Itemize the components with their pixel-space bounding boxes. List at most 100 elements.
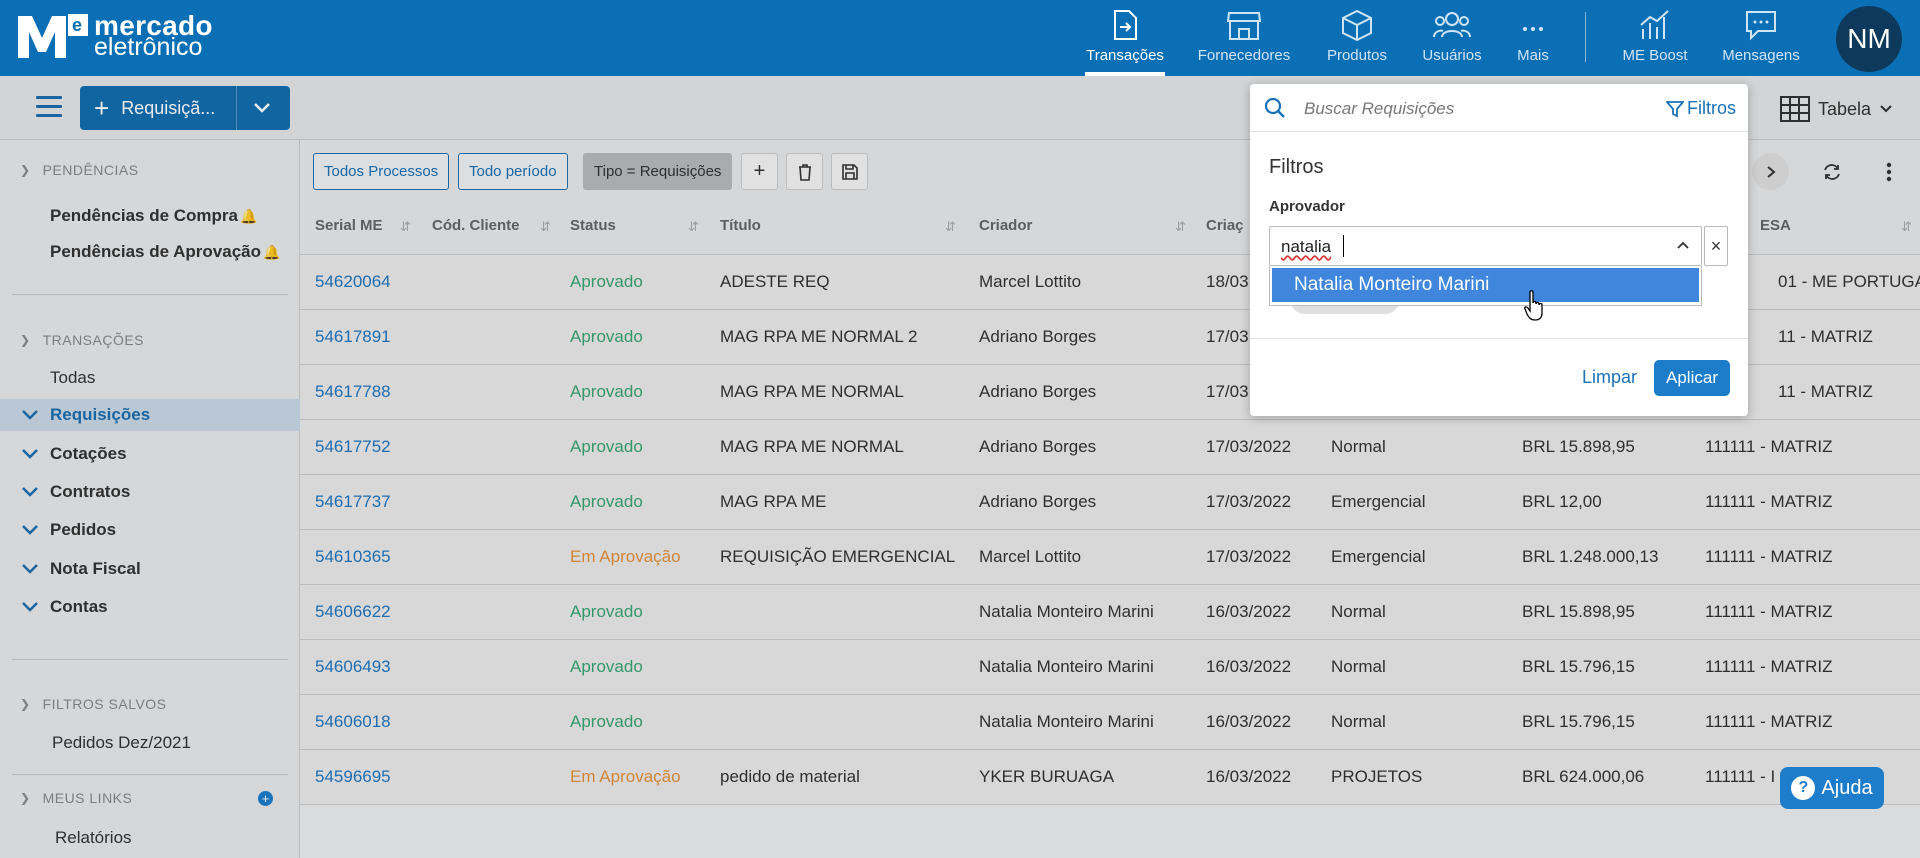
bell-icon: 🔔 <box>240 208 258 224</box>
table-row[interactable]: 54617752 Aprovado MAG RPA ME NORMAL Adriano… <box>300 420 1920 475</box>
refresh-icon[interactable] <box>1813 153 1850 190</box>
chevron-down-icon: ❯ <box>20 697 31 711</box>
approver-input-value: natalia <box>1281 237 1332 256</box>
chevron-down-icon: ❯ <box>20 163 31 177</box>
table-row[interactable]: 54596695 Em Aprovação pedido de material YK… <box>300 750 1920 805</box>
nav-fornecedores[interactable]: Fornecedores <box>1196 0 1292 76</box>
section-pendencias[interactable]: ❯ PENDÊNCIAS <box>20 162 139 178</box>
view-selector[interactable]: Tabela <box>1780 96 1893 122</box>
chevron-down-icon: ❯ <box>20 333 31 347</box>
top-navbar: e mercado eletrônico Transações Forneced… <box>0 0 1920 76</box>
chip-todos-processos[interactable]: Todos Processos <box>313 153 450 190</box>
sidebar-item-saved-filter[interactable]: Pedidos Dez/2021 <box>52 733 191 753</box>
apply-button[interactable]: Aplicar <box>1654 360 1730 396</box>
sidebar-item-todas[interactable]: Todas <box>50 368 95 388</box>
chevron-down-icon <box>22 525 38 535</box>
box-icon <box>1342 9 1372 41</box>
nav-mensagens[interactable]: Mensagens <box>1722 0 1800 76</box>
sidebar-item-requisicoes[interactable]: Requisições <box>20 405 150 425</box>
new-requisition-label: Requisiçã... <box>121 97 216 118</box>
section-filtros-salvos[interactable]: ❯ FILTROS SALVOS <box>20 696 167 712</box>
col-criador[interactable]: Criador <box>979 217 1032 234</box>
sort-icon[interactable]: ⇵ <box>1901 219 1912 235</box>
table-row[interactable]: 54606493 Aprovado Natalia Monteiro Marini 1… <box>300 640 1920 695</box>
col-serial[interactable]: Serial ME <box>315 217 383 234</box>
brand-line2: eletrônico <box>94 32 203 61</box>
more-dots-icon <box>1523 27 1543 31</box>
sort-icon[interactable]: ⇵ <box>400 219 411 235</box>
sort-icon[interactable]: ⇵ <box>688 219 699 235</box>
col-titulo[interactable]: Título <box>720 217 761 234</box>
sidebar-item-pendencias-aprovacao[interactable]: Pendências de Aprovação 🔔 <box>50 242 280 262</box>
sidebar-item-contratos[interactable]: Contratos <box>20 482 130 502</box>
sidebar-item-pedidos[interactable]: Pedidos <box>20 520 116 540</box>
clear-input-icon[interactable]: × <box>1704 226 1728 266</box>
brand-logo[interactable]: e mercado eletrônico <box>18 11 213 61</box>
sort-icon[interactable]: ⇵ <box>540 219 551 235</box>
nav-produtos[interactable]: Produtos <box>1324 0 1390 76</box>
col-cod-cliente[interactable]: Cód. Cliente <box>432 217 520 234</box>
nav-transacoes[interactable]: Transações <box>1085 0 1165 76</box>
sidebar-item-pendencias-compra[interactable]: Pendências de Compra 🔔 <box>50 206 257 226</box>
search-bar: Buscar Requisições Filtros <box>1250 84 1748 132</box>
save-icon[interactable] <box>831 153 868 190</box>
funnel-icon <box>1666 100 1684 117</box>
sidebar-item-cotacoes[interactable]: Cotações <box>20 444 127 464</box>
help-button[interactable]: ? Ajuda <box>1780 767 1884 809</box>
nav-usuarios[interactable]: Usuários <box>1420 0 1484 76</box>
section-meus-links[interactable]: ❯ MEUS LINKS <box>20 790 132 806</box>
sidebar-item-nota-fiscal[interactable]: Nota Fiscal <box>20 559 141 579</box>
nav-me-boost[interactable]: ME Boost <box>1622 0 1688 76</box>
dropdown-option[interactable]: Natalia Monteiro Marini <box>1272 268 1699 302</box>
add-filter-icon[interactable]: + <box>741 153 778 190</box>
filter-panel-title: Filtros <box>1269 156 1324 178</box>
table-grid-icon <box>1780 96 1810 122</box>
table-row[interactable]: 54606622 Aprovado Natalia Monteiro Marini 1… <box>300 585 1920 640</box>
storefront-icon <box>1226 12 1262 40</box>
chip-tipo-requisicoes[interactable]: Tipo = Requisições <box>583 153 733 190</box>
plus-icon: + <box>94 93 110 123</box>
chip-todo-periodo[interactable]: Todo período <box>458 153 568 190</box>
nav-mais[interactable]: Mais <box>1515 0 1551 76</box>
col-criacao[interactable]: Criaç <box>1206 217 1244 234</box>
sidebar-item-relatorios[interactable]: Relatórios <box>55 828 132 848</box>
approver-label: Aprovador <box>1269 198 1345 215</box>
menu-toggle-icon[interactable] <box>36 96 62 118</box>
col-empresa[interactable]: ESA <box>1760 217 1791 234</box>
logo-mark-icon: e <box>18 14 88 58</box>
filter-panel: Buscar Requisições Filtros Filtros Aprov… <box>1250 84 1748 416</box>
trash-icon[interactable] <box>786 153 823 190</box>
chevron-down-icon <box>22 602 38 612</box>
clear-button[interactable]: Limpar <box>1582 367 1637 388</box>
question-icon: ? <box>1791 776 1816 800</box>
sort-icon[interactable]: ⇵ <box>1175 219 1186 235</box>
bell-icon: 🔔 <box>263 244 281 260</box>
chevron-up-icon[interactable] <box>1675 237 1691 253</box>
search-input[interactable]: Buscar Requisições <box>1304 99 1454 119</box>
chevron-down-icon <box>22 449 38 459</box>
new-requisition-button[interactable]: + Requisiçã... <box>80 86 290 130</box>
section-transacoes[interactable]: ❯ TRANSAÇÕES <box>20 332 144 348</box>
add-link-icon[interactable]: + <box>258 791 273 806</box>
sidebar-item-contas[interactable]: Contas <box>20 597 108 617</box>
chevron-down-icon: ❯ <box>20 791 31 805</box>
next-page-icon[interactable] <box>1752 153 1789 190</box>
user-avatar[interactable]: NM <box>1836 6 1902 72</box>
hand-cursor-icon <box>1524 290 1543 321</box>
chart-boost-icon <box>1640 10 1669 39</box>
table-row[interactable]: 54617737 Aprovado MAG RPA ME Adriano Borges… <box>300 475 1920 530</box>
svg-text:e: e <box>72 15 82 35</box>
approver-input[interactable]: natalia <box>1269 226 1702 266</box>
sidebar: ❯ PENDÊNCIAS Pendências de Compra 🔔 Pendên… <box>0 140 300 858</box>
table-row[interactable]: 54606018 Aprovado Natalia Monteiro Marini 1… <box>300 695 1920 750</box>
nav-separator <box>1585 12 1586 62</box>
more-vertical-icon[interactable] <box>1870 153 1907 190</box>
sort-icon[interactable]: ⇵ <box>945 219 956 235</box>
filters-toggle-button[interactable]: Filtros <box>1666 98 1736 119</box>
users-icon <box>1433 12 1471 38</box>
col-status[interactable]: Status <box>570 217 616 234</box>
chevron-down-icon <box>22 410 38 420</box>
table-row[interactable]: 54610365 Em Aprovação REQUISIÇÃO EMERGENCI… <box>300 530 1920 585</box>
approver-dropdown: Natalia Monteiro Marini <box>1269 266 1702 306</box>
chevron-down-icon[interactable] <box>252 98 272 118</box>
